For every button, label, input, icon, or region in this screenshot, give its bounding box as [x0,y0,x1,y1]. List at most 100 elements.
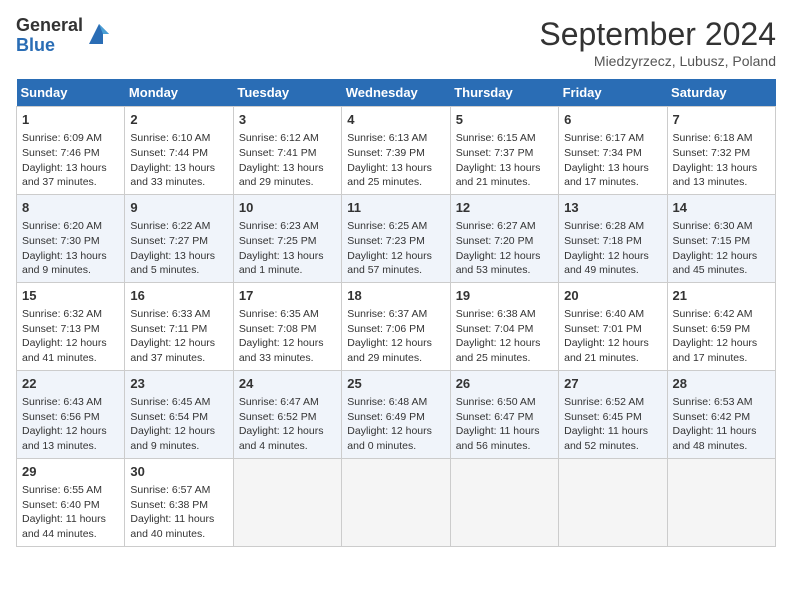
day-info: Sunrise: 6:42 AM Sunset: 6:59 PM Dayligh… [673,307,770,366]
calendar-cell [342,458,450,546]
day-number: 17 [239,287,336,305]
day-number: 7 [673,111,770,129]
day-info: Sunrise: 6:33 AM Sunset: 7:11 PM Dayligh… [130,307,227,366]
day-info: Sunrise: 6:48 AM Sunset: 6:49 PM Dayligh… [347,395,444,454]
logo: General Blue [16,16,113,56]
day-number: 19 [456,287,553,305]
calendar-cell: 12Sunrise: 6:27 AM Sunset: 7:20 PM Dayli… [450,194,558,282]
day-info: Sunrise: 6:25 AM Sunset: 7:23 PM Dayligh… [347,219,444,278]
weekday-header-monday: Monday [125,79,233,107]
day-number: 30 [130,463,227,481]
calendar-cell: 29Sunrise: 6:55 AM Sunset: 6:40 PM Dayli… [17,458,125,546]
location: Miedzyrzecz, Lubusz, Poland [539,53,776,69]
calendar-cell: 30 Sunrise: 6:57 AM Sunset: 6:38 PM Dayli… [125,458,233,546]
day-number: 26 [456,375,553,393]
day-number: 18 [347,287,444,305]
day-number: 28 [673,375,770,393]
day-number: 14 [673,199,770,217]
logo-blue: Blue [16,36,83,56]
day-info: Sunrise: 6:35 AM Sunset: 7:08 PM Dayligh… [239,307,336,366]
calendar-cell: 5 Sunrise: 6:15 AM Sunset: 7:37 PM Daylig… [450,107,558,195]
calendar-cell: 19Sunrise: 6:38 AM Sunset: 7:04 PM Dayli… [450,282,558,370]
day-number: 11 [347,199,444,217]
calendar-week-row: 15 Sunrise: 6:32 AM Sunset: 7:13 PM Dayli… [17,282,776,370]
day-number: 25 [347,375,444,393]
day-info: Sunrise: 6:20 AM Sunset: 7:30 PM Dayligh… [22,219,119,278]
calendar-cell: 9 Sunrise: 6:22 AM Sunset: 7:27 PM Daylig… [125,194,233,282]
day-number: 22 [22,375,119,393]
calendar-cell: 7 Sunrise: 6:18 AM Sunset: 7:32 PM Daylig… [667,107,775,195]
day-number: 2 [130,111,227,129]
calendar-cell [450,458,558,546]
day-info: Sunrise: 6:52 AM Sunset: 6:45 PM Dayligh… [564,395,661,454]
day-info: Sunrise: 6:30 AM Sunset: 7:15 PM Dayligh… [673,219,770,278]
day-number: 20 [564,287,661,305]
day-number: 5 [456,111,553,129]
day-info: Sunrise: 6:45 AM Sunset: 6:54 PM Dayligh… [130,395,227,454]
calendar-cell: 4 Sunrise: 6:13 AM Sunset: 7:39 PM Daylig… [342,107,450,195]
calendar-cell: 14 Sunrise: 6:30 AM Sunset: 7:15 PM Dayli… [667,194,775,282]
day-info: Sunrise: 6:23 AM Sunset: 7:25 PM Dayligh… [239,219,336,278]
logo-general: General [16,16,83,36]
calendar-cell: 15 Sunrise: 6:32 AM Sunset: 7:13 PM Dayli… [17,282,125,370]
calendar-cell [667,458,775,546]
calendar-cell: 20Sunrise: 6:40 AM Sunset: 7:01 PM Dayli… [559,282,667,370]
day-number: 16 [130,287,227,305]
calendar-cell: 16 Sunrise: 6:33 AM Sunset: 7:11 PM Dayli… [125,282,233,370]
calendar-cell: 18Sunrise: 6:37 AM Sunset: 7:06 PM Dayli… [342,282,450,370]
page-header: General Blue September 2024 Miedzyrzecz,… [16,16,776,69]
day-number: 6 [564,111,661,129]
calendar-cell: 2 Sunrise: 6:10 AM Sunset: 7:44 PM Daylig… [125,107,233,195]
day-number: 13 [564,199,661,217]
day-number: 1 [22,111,119,129]
calendar-week-row: 22Sunrise: 6:43 AM Sunset: 6:56 PM Dayli… [17,370,776,458]
calendar-cell: 23 Sunrise: 6:45 AM Sunset: 6:54 PM Dayli… [125,370,233,458]
day-info: Sunrise: 6:55 AM Sunset: 6:40 PM Dayligh… [22,483,119,542]
day-info: Sunrise: 6:10 AM Sunset: 7:44 PM Dayligh… [130,131,227,190]
calendar-cell: 21 Sunrise: 6:42 AM Sunset: 6:59 PM Dayli… [667,282,775,370]
calendar-cell: 6Sunrise: 6:17 AM Sunset: 7:34 PM Daylig… [559,107,667,195]
day-info: Sunrise: 6:47 AM Sunset: 6:52 PM Dayligh… [239,395,336,454]
day-number: 8 [22,199,119,217]
day-info: Sunrise: 6:12 AM Sunset: 7:41 PM Dayligh… [239,131,336,190]
day-info: Sunrise: 6:15 AM Sunset: 7:37 PM Dayligh… [456,131,553,190]
calendar-cell: 8 Sunrise: 6:20 AM Sunset: 7:30 PM Daylig… [17,194,125,282]
day-info: Sunrise: 6:13 AM Sunset: 7:39 PM Dayligh… [347,131,444,190]
weekday-header-saturday: Saturday [667,79,775,107]
weekday-header-sunday: Sunday [17,79,125,107]
calendar-cell: 1Sunrise: 6:09 AM Sunset: 7:46 PM Daylig… [17,107,125,195]
day-info: Sunrise: 6:57 AM Sunset: 6:38 PM Dayligh… [130,483,227,542]
calendar-cell: 10 Sunrise: 6:23 AM Sunset: 7:25 PM Dayli… [233,194,341,282]
day-number: 24 [239,375,336,393]
day-number: 15 [22,287,119,305]
day-number: 12 [456,199,553,217]
calendar-week-row: 29Sunrise: 6:55 AM Sunset: 6:40 PM Dayli… [17,458,776,546]
day-info: Sunrise: 6:50 AM Sunset: 6:47 PM Dayligh… [456,395,553,454]
day-number: 10 [239,199,336,217]
day-number: 4 [347,111,444,129]
calendar-header-row: SundayMondayTuesdayWednesdayThursdayFrid… [17,79,776,107]
weekday-header-thursday: Thursday [450,79,558,107]
day-info: Sunrise: 6:18 AM Sunset: 7:32 PM Dayligh… [673,131,770,190]
calendar-cell: 26 Sunrise: 6:50 AM Sunset: 6:47 PM Dayli… [450,370,558,458]
calendar-cell: 27 Sunrise: 6:52 AM Sunset: 6:45 PM Dayli… [559,370,667,458]
calendar-cell: 11 Sunrise: 6:25 AM Sunset: 7:23 PM Dayli… [342,194,450,282]
weekday-header-friday: Friday [559,79,667,107]
day-info: Sunrise: 6:22 AM Sunset: 7:27 PM Dayligh… [130,219,227,278]
weekday-header-tuesday: Tuesday [233,79,341,107]
calendar-cell: 25 Sunrise: 6:48 AM Sunset: 6:49 PM Dayli… [342,370,450,458]
weekday-header-wednesday: Wednesday [342,79,450,107]
month-title: September 2024 [539,16,776,53]
calendar-week-row: 8 Sunrise: 6:20 AM Sunset: 7:30 PM Daylig… [17,194,776,282]
day-number: 3 [239,111,336,129]
day-number: 23 [130,375,227,393]
calendar-cell: 17 Sunrise: 6:35 AM Sunset: 7:08 PM Dayli… [233,282,341,370]
calendar-cell [559,458,667,546]
day-number: 27 [564,375,661,393]
title-block: September 2024 Miedzyrzecz, Lubusz, Pola… [539,16,776,69]
calendar-cell: 28Sunrise: 6:53 AM Sunset: 6:42 PM Dayli… [667,370,775,458]
day-info: Sunrise: 6:32 AM Sunset: 7:13 PM Dayligh… [22,307,119,366]
day-number: 9 [130,199,227,217]
day-number: 21 [673,287,770,305]
calendar-cell: 24 Sunrise: 6:47 AM Sunset: 6:52 PM Dayli… [233,370,341,458]
